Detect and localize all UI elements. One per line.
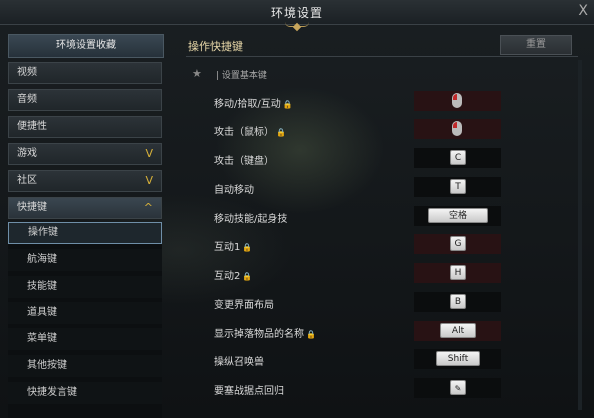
- title-ornament-icon: [277, 22, 317, 30]
- hotkey-slot[interactable]: C: [414, 148, 501, 168]
- hotkey-slot[interactable]: ✎: [414, 378, 501, 398]
- sidebar-item-community[interactable]: 社区 V: [8, 170, 162, 192]
- hotkey-row: 互动1 🔒 G: [214, 234, 574, 256]
- sub-item-sailing-keys[interactable]: 航海键: [8, 249, 162, 271]
- sidebar-item-hotkeys[interactable]: 快捷键 ^: [8, 197, 162, 219]
- keycap: Shift: [436, 351, 480, 366]
- sub-item-other-keys[interactable]: 其他按键: [8, 355, 162, 377]
- sidebar-item-label: 快捷键: [17, 202, 47, 213]
- hotkey-label: 攻击（键盘）: [214, 156, 274, 167]
- sub-item-skill-keys[interactable]: 技能键: [8, 276, 162, 298]
- hotkey-label: 互动1 🔒: [214, 238, 252, 253]
- hotkey-slot[interactable]: Alt: [414, 321, 501, 341]
- hotkey-slot[interactable]: H: [414, 263, 501, 283]
- hotkey-label-text: 攻击（鼠标）: [214, 127, 274, 138]
- hotkey-label: 变更界面布局: [214, 300, 274, 311]
- hotkey-row: 自动移动 T: [214, 177, 574, 199]
- hotkey-label: 自动移动: [214, 185, 254, 196]
- hotkey-row: 显示掉落物品的名称 🔒 Alt: [214, 321, 574, 343]
- lock-icon: 🔒: [306, 330, 316, 339]
- hotkey-row: 攻击（鼠标） 🔒: [214, 119, 574, 141]
- sidebar-item-audio[interactable]: 音频: [8, 89, 162, 111]
- hotkey-label: 要塞战据点回归: [214, 386, 284, 397]
- keycap: H: [450, 265, 466, 280]
- hotkey-row: 要塞战据点回归 ✎: [214, 378, 574, 400]
- lock-icon: 🔒: [242, 272, 253, 281]
- sub-item-item-keys[interactable]: 道具键: [8, 302, 162, 324]
- sub-item-quick-chat-keys[interactable]: 快捷发言键: [8, 382, 162, 404]
- lock-icon: 🔒: [276, 128, 286, 137]
- sidebar-header: 环境设置收藏: [8, 34, 164, 58]
- keycap: T: [450, 179, 466, 194]
- chevron-up-icon: ^: [143, 201, 153, 214]
- sub-item-operation-keys[interactable]: 操作键: [8, 222, 162, 244]
- hotkey-slot[interactable]: [414, 119, 501, 139]
- keycap: B: [450, 294, 466, 309]
- hotkey-label-text: 显示掉落物品的名称: [214, 329, 304, 340]
- hotkey-label: 操纵召唤兽: [214, 357, 264, 368]
- keycap: 空格: [428, 208, 488, 223]
- hotkey-slot[interactable]: B: [414, 292, 501, 312]
- hotkey-row: 变更界面布局 B: [214, 292, 574, 314]
- reset-button[interactable]: 重置: [500, 35, 572, 55]
- hotkey-label: 攻击（鼠标） 🔒: [214, 123, 286, 138]
- hotkey-slot[interactable]: 空格: [414, 206, 501, 226]
- close-icon[interactable]: X: [578, 3, 588, 19]
- hotkey-label: 移动技能/起身技: [214, 214, 288, 225]
- sub-item-menu-keys[interactable]: 菜单键: [8, 328, 162, 350]
- scrollbar[interactable]: [578, 60, 582, 410]
- sidebar-item-label: 游戏: [17, 148, 37, 159]
- hotkey-row: 移动技能/起身技 空格: [214, 206, 574, 228]
- sidebar-item-label: 便捷性: [17, 121, 47, 132]
- sidebar-item-video[interactable]: 视频: [8, 62, 162, 84]
- hotkey-label: 互动2 🔒: [214, 267, 252, 282]
- hotkey-label: 显示掉落物品的名称 🔒: [214, 325, 316, 340]
- lock-icon: 🔒: [282, 100, 293, 109]
- chevron-down-icon: V: [145, 147, 153, 160]
- hotkey-label-text: 移动/拾取/互动: [214, 99, 281, 110]
- sidebar-item-label: 音频: [17, 94, 37, 105]
- mouse-left-icon: [452, 121, 462, 136]
- sidebar-item-convenience[interactable]: 便捷性: [8, 116, 162, 138]
- window-title: 环境设置: [270, 6, 323, 20]
- chevron-down-icon: V: [145, 174, 153, 187]
- hotkey-slot[interactable]: T: [414, 177, 501, 197]
- hotkey-row: 操纵召唤兽 Shift: [214, 349, 574, 371]
- divider: [186, 56, 578, 57]
- hotkey-label-text: 互动2: [214, 271, 241, 282]
- sidebar-item-label: 视频: [17, 67, 37, 78]
- mouse-right-icon: [452, 93, 462, 108]
- hotkey-label: 移动/拾取/互动 🔒: [214, 95, 293, 110]
- hotkey-slot[interactable]: [414, 91, 501, 111]
- keycap: C: [450, 150, 466, 165]
- pencil-icon: ✎: [450, 380, 466, 395]
- hotkey-label-text: 互动1: [214, 242, 241, 253]
- basic-keys-text: 设置基本键: [221, 71, 267, 81]
- section-title: 操作快捷键: [188, 40, 243, 53]
- hotkey-row: 互动2 🔒 H: [214, 263, 574, 285]
- star-icon[interactable]: ★: [192, 67, 202, 80]
- basic-keys-label: | 设置基本键: [216, 71, 267, 81]
- sidebar-item-label: 社区: [17, 175, 37, 186]
- hotkey-row: 攻击（键盘） C: [214, 148, 574, 170]
- hotkey-slot[interactable]: G: [414, 234, 501, 254]
- hotkey-row: 移动/拾取/互动 🔒: [214, 91, 574, 113]
- hotkey-slot[interactable]: Shift: [414, 349, 501, 369]
- keycap: Alt: [440, 323, 476, 338]
- lock-icon: 🔒: [242, 243, 253, 252]
- sidebar-item-game[interactable]: 游戏 V: [8, 143, 162, 165]
- keycap: G: [450, 236, 466, 251]
